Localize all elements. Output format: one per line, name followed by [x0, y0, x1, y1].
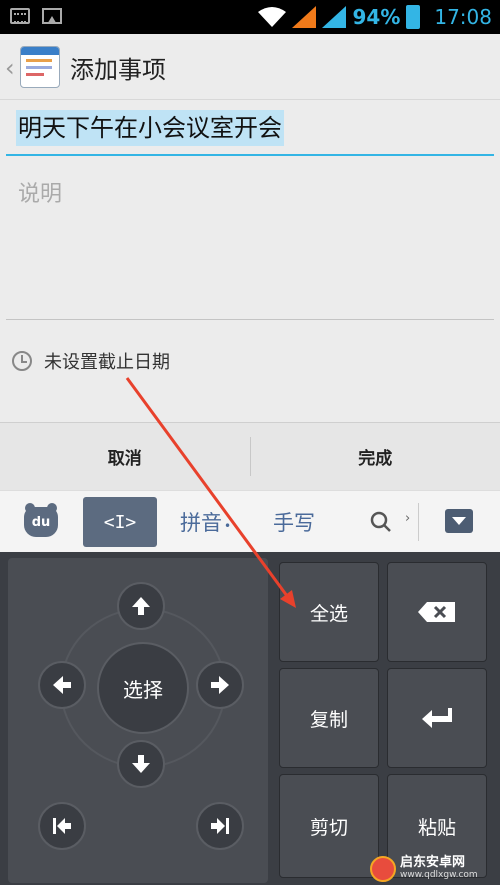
cancel-button[interactable]: 取消 — [0, 423, 250, 490]
signal-icon-2 — [322, 6, 347, 28]
line-start-button[interactable] — [38, 802, 86, 850]
task-list-app-icon[interactable] — [20, 46, 60, 88]
deadline-row[interactable]: 未设置截止日期 — [12, 346, 170, 376]
copy-key[interactable]: 复制 — [279, 668, 379, 768]
select-all-key[interactable]: 全选 — [279, 562, 379, 662]
image-icon — [42, 8, 62, 24]
status-bar: 94% 17:08 — [0, 0, 500, 34]
deadline-label: 未设置截止日期 — [44, 352, 170, 373]
system-icons: 94% 17:08 — [258, 0, 492, 34]
arrow-left-icon — [53, 676, 71, 694]
jump-start-icon — [53, 818, 71, 834]
cursor-up-button[interactable] — [117, 582, 165, 630]
signal-icon-1 — [292, 6, 317, 28]
arrow-right-icon — [211, 676, 229, 694]
backspace-key[interactable] — [387, 562, 487, 662]
page-title: 添加事项 — [70, 56, 166, 84]
watermark-url: www.qdlxgw.com — [400, 870, 478, 880]
button-bar: 取消 完成 — [0, 422, 500, 490]
description-placeholder: 说明 — [18, 182, 63, 207]
search-icon[interactable] — [370, 511, 392, 533]
cursor-left-button[interactable] — [38, 661, 86, 709]
line-end-button[interactable] — [196, 802, 244, 850]
arrow-down-icon — [132, 755, 150, 773]
watermark: 启东安卓网 www.qdlxgw.com — [370, 855, 478, 883]
enter-key[interactable] — [387, 668, 487, 768]
cursor-down-button[interactable] — [117, 740, 165, 788]
cursor-edit-tab[interactable]: <I> — [83, 497, 157, 547]
action-bar[interactable]: ‹ 添加事项 — [0, 34, 500, 100]
arrow-up-icon — [132, 597, 150, 615]
jump-end-icon — [211, 818, 229, 834]
battery-percent: 94% — [352, 5, 401, 29]
ime-toolbar: du <I> 拼音 • 手写 › — [0, 490, 500, 552]
keyboard-icon — [10, 8, 30, 24]
selected-title-text[interactable]: 明天下午在小会议室开会 — [16, 110, 284, 146]
more-chevron-icon[interactable]: › — [405, 511, 410, 526]
tab-pinyin-label: 拼音 — [180, 511, 222, 535]
clock-time: 17:08 — [434, 5, 492, 29]
task-title-input[interactable]: 明天下午在小会议室开会 — [6, 100, 494, 156]
tab-pinyin[interactable]: 拼音 • — [180, 507, 231, 537]
cut-key[interactable]: 剪切 — [279, 774, 379, 878]
toolbar-divider — [418, 503, 419, 541]
notification-icons — [10, 8, 62, 24]
cursor-right-button[interactable] — [196, 661, 244, 709]
back-chevron-icon[interactable]: ‹ — [5, 54, 15, 82]
hide-keyboard-icon[interactable] — [445, 509, 473, 533]
watermark-logo-icon — [370, 856, 396, 882]
enter-icon — [422, 708, 452, 728]
task-form: 明天下午在小会议室开会 说明 未设置截止日期 — [0, 100, 500, 422]
backspace-icon — [418, 602, 455, 622]
baidu-bear-logo-icon[interactable]: du — [24, 503, 58, 537]
select-button[interactable]: 选择 — [97, 642, 189, 734]
clock-icon — [12, 351, 32, 371]
tab-handwriting[interactable]: 手写 — [273, 507, 315, 537]
description-input[interactable]: 说明 — [6, 160, 494, 320]
done-button[interactable]: 完成 — [251, 423, 500, 490]
watermark-name: 启东安卓网 — [400, 855, 466, 870]
wifi-icon — [258, 7, 287, 27]
battery-icon — [406, 5, 421, 29]
